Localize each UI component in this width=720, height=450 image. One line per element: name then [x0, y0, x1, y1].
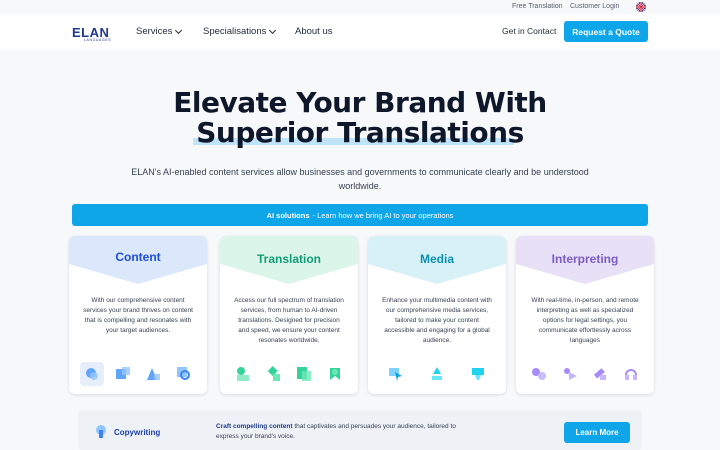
ribbon-icon	[323, 362, 347, 386]
card-title: Interpreting	[551, 252, 619, 266]
request-quote-button[interactable]: Request a Quote	[564, 21, 648, 42]
card-description: Enhance your multimedia content with our…	[382, 297, 492, 344]
card-description: With our comprehensive content services …	[83, 297, 193, 334]
link-icon	[262, 362, 286, 386]
nav-contact-label: Get in Contact	[502, 26, 557, 36]
copywriting-label: Copywriting	[114, 428, 161, 437]
nav-about[interactable]: About us	[295, 26, 333, 37]
nav-contact[interactable]: Get in Contact	[502, 26, 556, 36]
chevron-down-icon	[269, 26, 277, 34]
ai-solutions-text: - Learn how we bring AI to your operatio…	[312, 210, 454, 220]
customer-login-link[interactable]: Customer Login	[570, 3, 619, 10]
pin-icon	[80, 362, 105, 386]
card-description: Access our full spectrum of translation …	[234, 297, 344, 344]
camera-icon	[466, 362, 490, 386]
gavel-icon	[588, 362, 612, 386]
card-content[interactable]: Content With our comprehensive content s…	[69, 236, 207, 394]
headset-icon	[619, 362, 643, 386]
documents-icon	[292, 362, 316, 386]
cursor-icon	[384, 362, 408, 386]
card-title: Translation	[256, 252, 321, 266]
card-title: Content	[115, 250, 161, 264]
search-icon	[172, 362, 196, 386]
card-media[interactable]: Media Enhance your multimedia content wi…	[368, 236, 506, 394]
card-title: Media	[419, 252, 454, 266]
layout-icon	[111, 362, 135, 386]
lamp-icon	[425, 362, 449, 386]
person-icon	[231, 362, 255, 386]
hero-title: Elevate Your Brand With Superior Transla…	[0, 88, 720, 148]
nav-specialisations-label: Specialisations	[203, 26, 267, 37]
ai-solutions-banner[interactable]: AI solutions - Learn how we bring AI to y…	[72, 204, 648, 226]
nav-specialisations[interactable]: Specialisations	[203, 26, 277, 37]
hero-title-line1: Elevate Your Brand With	[173, 86, 547, 119]
elan-logo[interactable]: ELAN LANGUAGES	[72, 24, 112, 42]
uk-flag-icon[interactable]	[636, 2, 646, 12]
text-style-icon	[141, 362, 165, 386]
speech-people-icon	[527, 362, 551, 386]
play-person-icon	[558, 362, 582, 386]
copywriting-icon	[94, 424, 108, 443]
learn-more-button[interactable]: Learn More	[564, 422, 630, 443]
copywriting-bold: Craft compelling content	[216, 423, 293, 430]
hero-title-line2: Superior Translations	[196, 116, 524, 149]
card-interpreting[interactable]: Interpreting With real-time, in-person, …	[516, 236, 654, 394]
ai-solutions-bold: AI solutions	[266, 210, 310, 220]
hero-subtitle: ELAN's AI-enabled content services allow…	[131, 167, 589, 191]
card-translation[interactable]: Translation Access our full spectrum of …	[220, 236, 358, 394]
nav-services[interactable]: Services	[136, 26, 183, 37]
card-description: With real-time, in-person, and remote in…	[531, 297, 639, 344]
nav-services-label: Services	[136, 26, 173, 37]
top-utility-bar: Free Translation Customer Login	[0, 0, 720, 14]
free-translation-link[interactable]: Free Translation	[512, 3, 563, 10]
copywriting-description: Craft compelling content that captivates…	[216, 422, 476, 442]
logo-subtext: LANGUAGES	[84, 38, 112, 42]
chevron-down-icon	[175, 26, 183, 34]
copywriting-banner: Copywriting Craft compelling content tha…	[78, 410, 642, 450]
main-nav: ELAN LANGUAGES Services Specialisations …	[0, 14, 720, 50]
nav-about-label: About us	[295, 26, 333, 37]
